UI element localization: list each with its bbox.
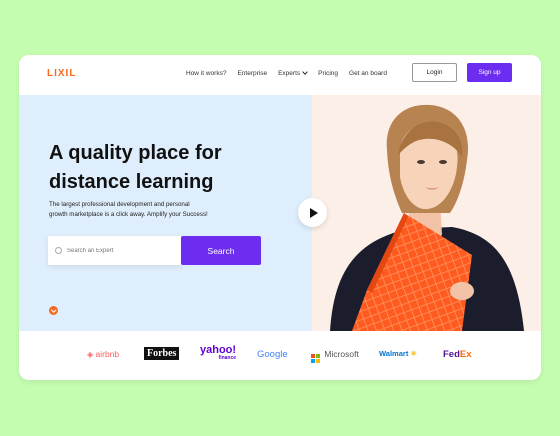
airbnb-logo-text: airbnb <box>95 349 120 359</box>
hero-headline-line-2: distance learning <box>49 171 214 193</box>
fedex-logo-ex: Ex <box>459 349 472 360</box>
search-input[interactable] <box>65 244 179 258</box>
microsoft-logo: Microsoft <box>311 349 359 363</box>
hero-headline: A quality place for distance learning <box>49 139 279 197</box>
brand-logo[interactable]: LIXIL <box>47 68 76 79</box>
walmart-logo: Walmart ✳ <box>379 349 417 358</box>
microsoft-logo-text: Microsoft <box>324 349 359 359</box>
nav-menu: How it works? Enterprise Experts Pricing… <box>186 69 387 77</box>
woman-with-folder-photo <box>330 104 524 331</box>
scroll-down-icon[interactable] <box>49 306 58 315</box>
brand-logos-strip: ◈ airbnb Forbes yahoo! finance Google Mi… <box>19 331 541 380</box>
nav-item-get-an-board[interactable]: Get an board <box>349 70 387 77</box>
microsoft-icon <box>311 354 320 363</box>
airbnb-logo: ◈ airbnb <box>87 349 119 359</box>
login-button[interactable]: Login <box>412 63 457 82</box>
nav-item-experts-label: Experts <box>278 70 301 77</box>
hero-subtitle-line-2: growth marketplace is a click away. Ampl… <box>49 210 208 218</box>
fedex-logo-fed: Fed <box>443 349 460 360</box>
search-icon <box>55 247 62 254</box>
hero-subtitle-line-1: The largest professional development and… <box>49 201 190 208</box>
landing-page-card: LIXIL How it works? Enterprise Experts P… <box>19 55 541 380</box>
yahoo-finance-logo: yahoo! finance <box>200 344 237 362</box>
signup-button[interactable]: Sign up <box>467 63 512 82</box>
fedex-logo: FedEx <box>443 349 472 360</box>
airbnb-icon: ◈ <box>87 350 94 359</box>
nav-item-how-it-works[interactable]: How it works? <box>186 70 226 77</box>
nav-item-pricing[interactable]: Pricing <box>318 70 338 77</box>
walmart-spark-icon: ✳ <box>410 349 417 358</box>
top-nav: LIXIL How it works? Enterprise Experts P… <box>19 55 541 95</box>
yahoo-logo-text: yahoo! <box>200 344 237 356</box>
play-video-button[interactable] <box>298 198 327 227</box>
google-logo: Google <box>257 349 288 360</box>
forbes-logo: Forbes <box>144 347 180 360</box>
hero-image <box>312 95 541 331</box>
hero-subtitle: The largest professional development and… <box>49 200 239 219</box>
nav-item-enterprise[interactable]: Enterprise <box>237 70 267 77</box>
hero-headline-line-1: A quality place for <box>49 142 222 164</box>
search-box <box>48 236 182 265</box>
nav-item-experts[interactable]: Experts <box>278 69 308 77</box>
search-button[interactable]: Search <box>181 236 261 265</box>
chevron-down-icon <box>302 69 308 75</box>
walmart-logo-text: Walmart <box>379 349 409 358</box>
